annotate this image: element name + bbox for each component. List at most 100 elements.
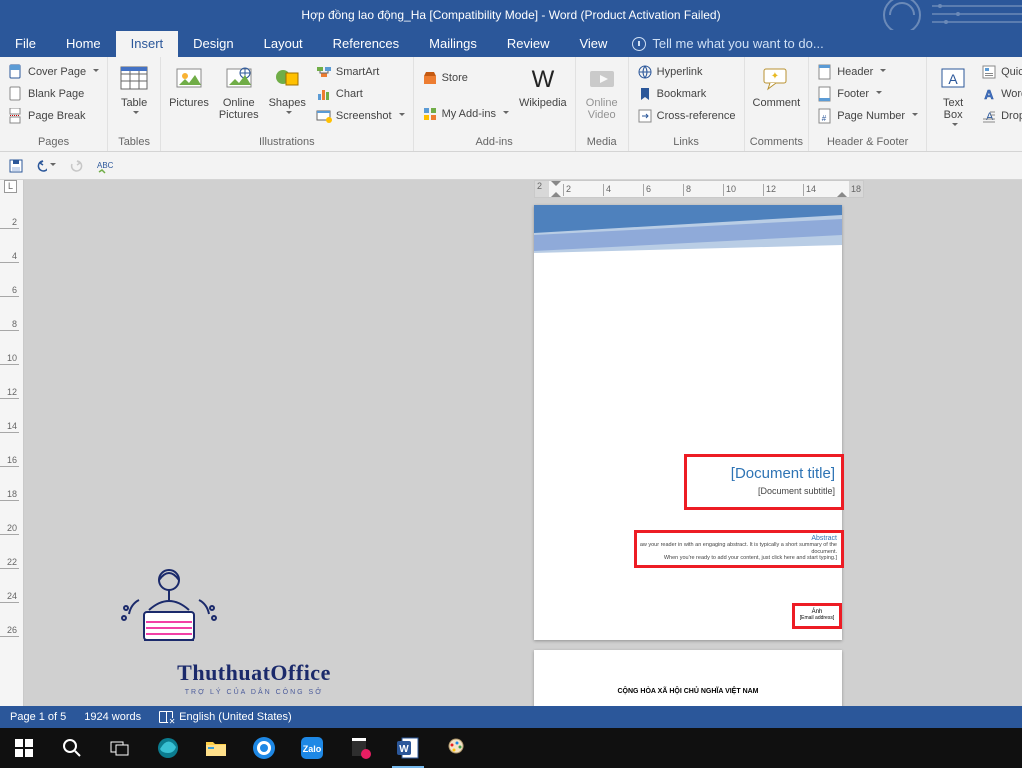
watermark-icon	[114, 550, 224, 660]
watermark-sub: TRỢ LÝ CỦA DÂN CÔNG SỞ	[114, 689, 394, 696]
tab-mailings[interactable]: Mailings	[414, 31, 492, 57]
store-icon	[422, 70, 438, 86]
abstract-heading[interactable]: Abstract	[637, 535, 837, 542]
watermark: ThuthuatOffice TRỢ LÝ CỦA DÂN CÔNG SỞ	[114, 550, 394, 696]
addins-icon	[422, 106, 438, 122]
ribbon: Cover Page Blank Page Page Break Pages T…	[0, 57, 1022, 152]
start-button[interactable]	[0, 728, 48, 768]
online-video-button[interactable]: Online Video	[580, 61, 624, 134]
page-1[interactable]: [Document title] [Document subtitle] Abs…	[534, 205, 842, 640]
save-button[interactable]	[6, 156, 26, 176]
status-language[interactable]: ✕ English (United States)	[159, 711, 292, 723]
shapes-button[interactable]: Shapes	[265, 61, 310, 134]
cover-page-icon	[8, 64, 24, 80]
cover-subtitle[interactable]: [Document subtitle]	[687, 486, 835, 496]
task-view-button[interactable]	[96, 728, 144, 768]
blank-page-icon	[8, 86, 24, 102]
footer-button[interactable]: Footer	[813, 83, 922, 105]
smartart-button[interactable]: SmartArt	[312, 61, 409, 83]
drop-cap-button[interactable]: ADrop	[977, 105, 1022, 127]
comment-button[interactable]: ✦Comment	[749, 61, 805, 134]
titlebar-art	[862, 0, 1022, 30]
group-comments: ✦Comment Comments	[745, 57, 810, 151]
my-addins-button[interactable]: My Add-ins	[418, 103, 513, 125]
tab-home[interactable]: Home	[51, 31, 116, 57]
tab-references[interactable]: References	[318, 31, 414, 57]
group-label-pages: Pages	[4, 134, 103, 151]
svg-text:A: A	[948, 71, 958, 87]
spelling-button[interactable]: ABC	[96, 156, 116, 176]
status-page[interactable]: Page 1 of 5	[10, 711, 66, 723]
chart-button[interactable]: Chart	[312, 83, 409, 105]
online-pictures-icon	[223, 63, 255, 95]
lightbulb-icon	[632, 37, 646, 51]
page-2[interactable]: CỘNG HÒA XÃ HỘI CHỦ NGHĨA VIỆT NAM	[534, 650, 842, 706]
abstract-line2[interactable]: document.	[637, 549, 837, 556]
header-button[interactable]: Header	[813, 61, 922, 83]
tab-design[interactable]: Design	[178, 31, 248, 57]
text-box-button[interactable]: AText Box	[931, 61, 975, 134]
abstract-line1[interactable]: aw your reader in with an engaging abstr…	[637, 542, 837, 549]
tell-me-search[interactable]: Tell me what you want to do...	[622, 31, 833, 57]
bookmark-icon	[637, 86, 653, 102]
hyperlink-button[interactable]: Hyperlink	[633, 61, 740, 83]
screenshot-button[interactable]: Screenshot	[312, 105, 409, 127]
svg-text:W: W	[399, 744, 409, 755]
page-number-icon: #	[817, 108, 833, 124]
group-tables: Table Tables	[108, 57, 161, 151]
cover-page-button[interactable]: Cover Page	[4, 61, 103, 83]
tab-review[interactable]: Review	[492, 31, 565, 57]
author-email[interactable]: [Email address]	[795, 615, 839, 621]
redo-button[interactable]	[66, 156, 86, 176]
cover-title[interactable]: [Document title]	[687, 465, 835, 482]
search-button[interactable]	[48, 728, 96, 768]
document-canvas[interactable]: 2 18 2468101214 [Document title] [Docume…	[24, 180, 1022, 706]
page-break-icon	[8, 108, 24, 124]
wordart-button[interactable]: AWord	[977, 83, 1022, 105]
notes-app[interactable]	[336, 728, 384, 768]
zalo-app[interactable]: Zalo	[288, 728, 336, 768]
highlight-title: [Document title] [Document subtitle]	[684, 454, 844, 510]
page-break-button[interactable]: Page Break	[4, 105, 103, 127]
quick-parts-button[interactable]: Quick	[977, 61, 1022, 83]
group-label-hf: Header & Footer	[813, 134, 922, 151]
hyperlink-icon	[637, 64, 653, 80]
svg-text:ABC: ABC	[97, 161, 114, 170]
video-icon	[586, 63, 618, 95]
tab-selector[interactable]: L	[4, 180, 17, 193]
edge-app[interactable]	[144, 728, 192, 768]
ribbon-tabs: File Home Insert Design Layout Reference…	[0, 30, 1022, 57]
wikipedia-icon: W	[527, 63, 559, 95]
zalo-pc-app[interactable]	[240, 728, 288, 768]
store-button[interactable]: Store	[418, 67, 513, 89]
paint-app[interactable]	[432, 728, 480, 768]
blank-page-button[interactable]: Blank Page	[4, 83, 103, 105]
screenshot-icon	[316, 108, 332, 124]
wikipedia-button[interactable]: WWikipedia	[515, 61, 571, 134]
tab-layout[interactable]: Layout	[249, 31, 318, 57]
svg-text:W: W	[532, 66, 555, 93]
tab-view[interactable]: View	[564, 31, 622, 57]
tab-file[interactable]: File	[0, 31, 51, 57]
page-number-button[interactable]: #Page Number	[813, 105, 922, 127]
bookmark-button[interactable]: Bookmark	[633, 83, 740, 105]
status-bar: Page 1 of 5 1924 words ✕ English (United…	[0, 706, 1022, 728]
abstract-line3[interactable]: When you're ready to add your content, j…	[637, 555, 837, 562]
online-pictures-button[interactable]: Online Pictures	[215, 61, 263, 134]
document-workspace: L 2468101214161820222426 2 18 2468101214…	[0, 180, 1022, 706]
hruler-right-margin: 18	[849, 181, 863, 197]
taskbar: Zalo W	[0, 728, 1022, 768]
word-app[interactable]: W	[384, 728, 432, 768]
table-button[interactable]: Table	[112, 61, 156, 134]
tab-insert[interactable]: Insert	[116, 31, 179, 57]
horizontal-ruler[interactable]: 2 18 2468101214	[534, 180, 864, 198]
pictures-button[interactable]: Pictures	[165, 61, 213, 134]
group-illustrations: Pictures Online Pictures Shapes SmartArt…	[161, 57, 413, 151]
status-words[interactable]: 1924 words	[84, 711, 141, 723]
group-label-tables: Tables	[112, 134, 156, 151]
vertical-ruler[interactable]: L 2468101214161820222426	[0, 180, 24, 706]
svg-text:A: A	[986, 111, 994, 123]
explorer-app[interactable]	[192, 728, 240, 768]
cross-reference-button[interactable]: Cross-reference	[633, 105, 740, 127]
undo-button[interactable]	[36, 156, 56, 176]
